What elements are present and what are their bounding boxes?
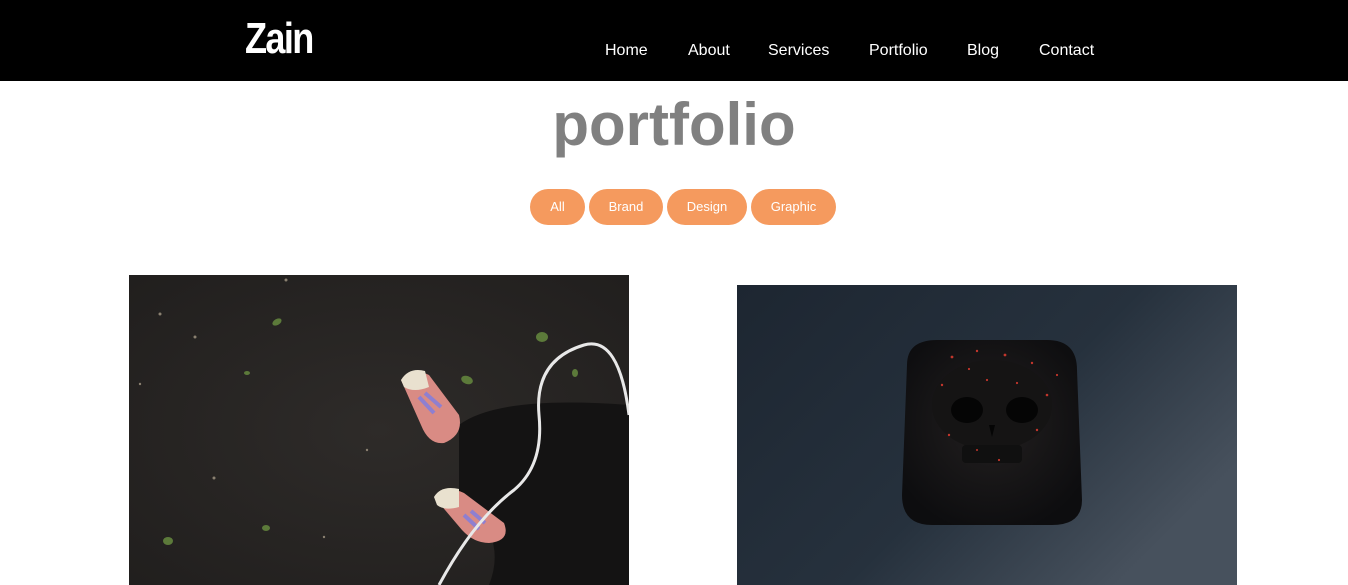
filter-brand-button[interactable]: Brand [589, 189, 663, 225]
top-navbar: Zain Home About Services Portfolio Blog … [0, 0, 1348, 81]
site-logo[interactable]: Zain [245, 12, 314, 66]
filter-graphic-button[interactable]: Graphic [751, 189, 836, 225]
nav-link-contact[interactable]: Contact [1039, 41, 1094, 61]
page-title: portfolio [552, 91, 796, 158]
nav-link-portfolio[interactable]: Portfolio [869, 41, 928, 61]
nav-link-about[interactable]: About [688, 41, 730, 61]
skull-photo [737, 285, 1237, 585]
nav-link-blog[interactable]: Blog [967, 41, 999, 61]
filter-all-button[interactable]: All [530, 189, 585, 225]
portfolio-filters: All Brand Design Graphic [0, 189, 1348, 225]
nav-link-services[interactable]: Services [768, 41, 829, 61]
filter-design-button[interactable]: Design [667, 189, 747, 225]
sneakers-photo [129, 275, 629, 585]
nav-link-home[interactable]: Home [605, 41, 648, 61]
portfolio-item-sneakers[interactable] [129, 275, 629, 585]
portfolio-item-skull[interactable] [737, 285, 1237, 585]
